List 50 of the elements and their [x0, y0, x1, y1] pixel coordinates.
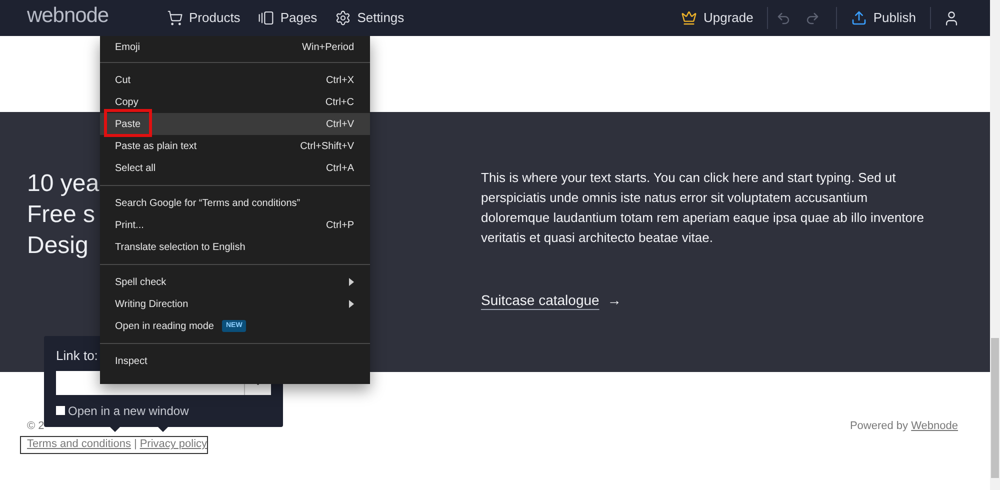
settings-icon [335, 10, 352, 26]
webnode-link[interactable]: Webnode [911, 420, 958, 432]
powered-by-text: Powered by Webnode [850, 419, 958, 434]
nav-item[interactable]: Settings [335, 8, 404, 28]
menu-item[interactable]: Cut Ctrl+X [100, 69, 370, 91]
cart-icon [167, 10, 183, 26]
nav-item[interactable]: Products [167, 8, 240, 28]
shortcut-label: Ctrl+V [326, 118, 354, 132]
menu-item[interactable]: Search Google for “Terms and conditions” [100, 192, 370, 214]
crown-icon [681, 10, 698, 26]
checkbox-label: Open in a new window [68, 402, 189, 420]
terms-link[interactable]: Terms and conditions [27, 436, 131, 453]
menu-item[interactable]: Paste as plain text Ctrl+Shift+V [100, 135, 370, 157]
publish-button[interactable]: Publish [837, 8, 930, 28]
nav-item[interactable]: Pages [258, 8, 318, 28]
shortcut-label: Ctrl+X [326, 74, 354, 88]
shortcut-label: Ctrl+P [326, 218, 354, 232]
redo-icon [805, 10, 820, 26]
undo-icon [776, 10, 792, 26]
link-label: Link to: [56, 347, 98, 365]
upgrade-button[interactable]: Upgrade [681, 8, 768, 28]
highlight-frame [104, 109, 152, 137]
menu-item[interactable]: Spell check [100, 271, 370, 293]
shortcut-label: Ctrl+Shift+V [300, 140, 354, 154]
body-text: This is where your text starts. You can click here and start typing. Sed ut perspiciatis unde omnis iste natus error sit voluptatem accusantium doloremque laudantium totam rem aperiam eaque ipsa quae ab illo inventore veritatis et quasi architecto beatae vitae. [481, 169, 925, 247]
link-separator: | [134, 437, 137, 452]
menu-item[interactable]: Select all Ctrl+A [100, 157, 370, 179]
shortcut-label: Ctrl+A [326, 162, 354, 176]
copyright-text: © 2 [27, 419, 44, 434]
shortcut-label: Win+Period [302, 40, 354, 54]
shortcut-label: Ctrl+C [325, 96, 354, 110]
menu-item[interactable]: Print... Ctrl+P [100, 214, 370, 236]
menu-item[interactable]: Translate selection to English [100, 236, 370, 258]
headline-line: Free s [27, 200, 96, 230]
privacy-link[interactable]: Privacy policy [140, 436, 208, 453]
user-icon [943, 10, 960, 26]
logo[interactable]: webnode [27, 0, 167, 32]
pages-icon [258, 10, 274, 26]
menu-item[interactable]: Writing Direction [100, 293, 370, 315]
headline-line: Desig [27, 231, 88, 261]
headline-line: 10 yea [27, 169, 100, 199]
submenu-arrow-icon [349, 278, 354, 286]
submenu-arrow-icon [349, 300, 354, 308]
menu-item[interactable]: Emoji Win+Period [100, 36, 370, 58]
menu-item[interactable]: Inspect [100, 350, 370, 372]
upload-icon [851, 10, 868, 26]
catalogue-link[interactable]: Suitcase catalogue [481, 290, 600, 311]
arrow-icon: → [607, 290, 622, 311]
checkbox[interactable] [56, 406, 65, 415]
menu-item[interactable]: Copy Ctrl+C [100, 91, 370, 113]
